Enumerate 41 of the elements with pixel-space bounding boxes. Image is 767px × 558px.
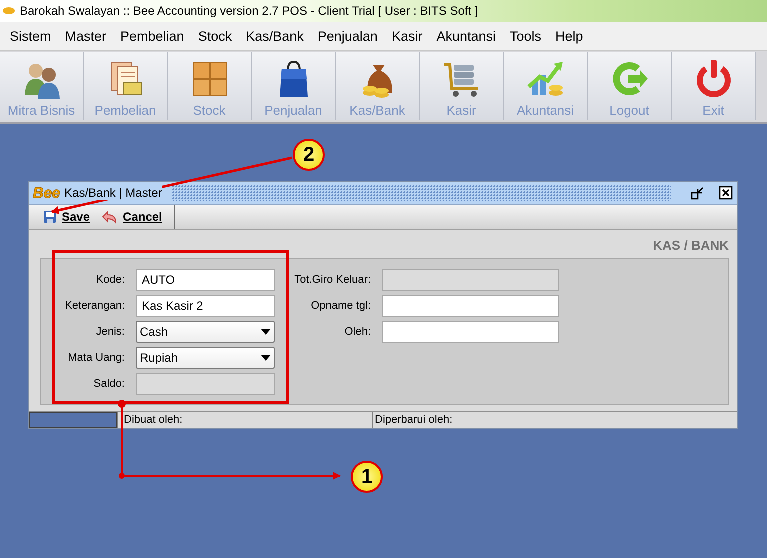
close-icon (719, 186, 733, 200)
field-label: Saldo: (92, 378, 125, 390)
field-label: Oleh: (344, 326, 371, 338)
input-field[interactable] (382, 295, 559, 317)
field-label: Mata Uang: (67, 352, 125, 364)
field-label: Jenis: (95, 326, 125, 338)
chart-icon (526, 59, 566, 99)
dropdown-arrow-icon (261, 329, 271, 335)
bee-logo: Bee (33, 184, 61, 202)
field-label: Tot.Giro Keluar: (294, 274, 371, 286)
status-text: Diperbarui oleh: (372, 412, 737, 428)
input-field[interactable] (382, 321, 559, 343)
menu-item[interactable]: Stock (191, 28, 240, 44)
restore-icon (691, 186, 705, 200)
cancel-button[interactable]: Cancel (98, 205, 170, 229)
dropdown[interactable]: Rupiah (136, 347, 275, 369)
menu-item[interactable]: Pembelian (114, 28, 192, 44)
menu-item[interactable]: Master (58, 28, 114, 44)
callout-number: 1 (351, 461, 383, 493)
menu-item[interactable]: Kasir (384, 28, 430, 44)
save-button[interactable]: Save (39, 205, 98, 229)
dropdown[interactable]: Cash (136, 321, 275, 343)
field-label: Opname tgl: (310, 300, 371, 312)
input-field[interactable]: AUTO (136, 269, 275, 291)
window-title: Barokah Swalayan :: Bee Accounting version 2.7 POS - Client Trial [ User : BITS Soft ] (20, 4, 478, 18)
undo-arrow-icon (102, 210, 118, 224)
app-icon (2, 6, 16, 16)
dialog-title: Kas/Bank | Master (64, 186, 162, 200)
menu-item[interactable]: Tools (503, 28, 549, 44)
menu-item[interactable]: Akuntansi (430, 28, 504, 44)
dropdown-arrow-icon (261, 355, 271, 361)
menu-item[interactable]: Kas/Bank (239, 28, 311, 44)
status-text: Dibuat oleh: (117, 412, 372, 428)
form-heading: KAS / BANK (653, 238, 729, 253)
menu-item[interactable]: Penjualan (310, 28, 385, 44)
field-label: Keterangan: (64, 300, 125, 312)
menu-item[interactable]: Sistem (3, 28, 58, 44)
input-field[interactable]: Kas Kasir 2 (136, 295, 275, 317)
callout-number: 2 (293, 139, 325, 171)
field-label: Kode: (95, 274, 125, 286)
menu-item[interactable]: Help (548, 28, 590, 44)
